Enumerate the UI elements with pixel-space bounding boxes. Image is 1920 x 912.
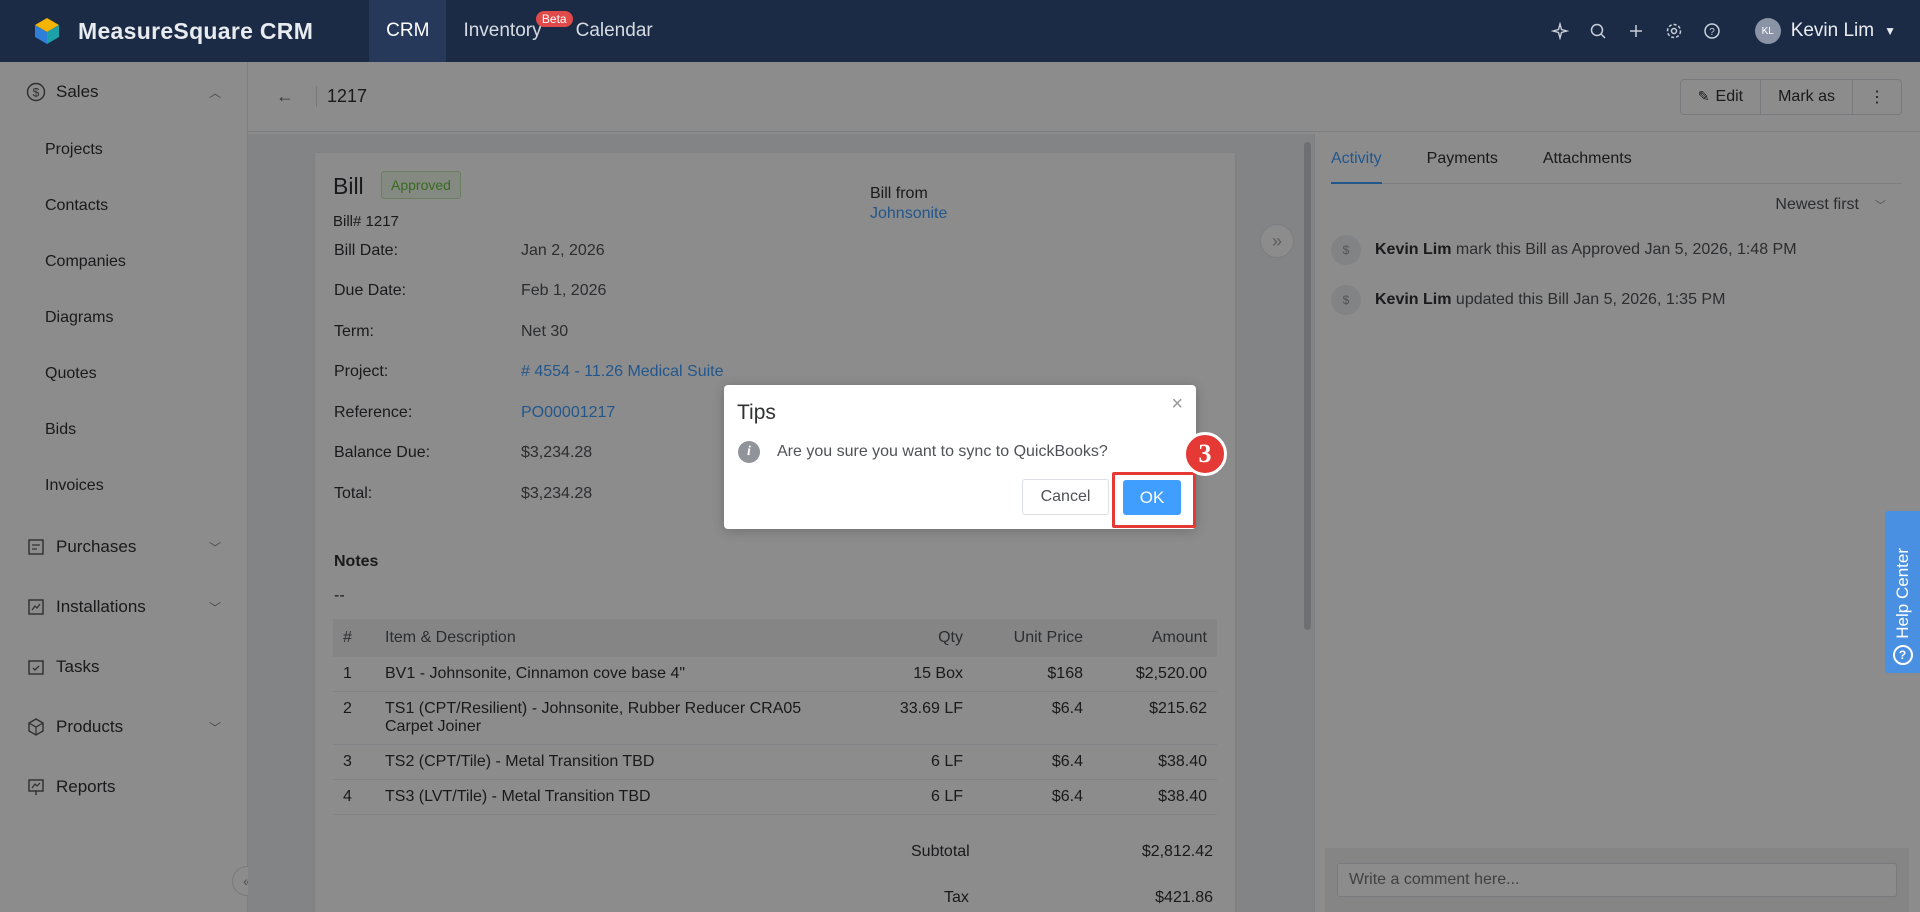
nav-calendar[interactable]: Calendar: [559, 0, 670, 62]
dialog-title: Tips: [737, 401, 776, 424]
avatar: KL: [1754, 18, 1781, 44]
top-right-tools: ? KL Kevin Lim ▼: [1541, 12, 1896, 50]
nav-crm-label: CRM: [386, 20, 430, 41]
help-center-label: Help Center: [1892, 548, 1912, 639]
help-icon: ?: [1892, 645, 1913, 665]
nav-inventory[interactable]: Inventory Beta: [446, 0, 573, 62]
info-icon: i: [738, 441, 760, 463]
top-nav: CRM Inventory Beta Calendar: [369, 0, 670, 62]
brand-name: MeasureSquare CRM: [78, 17, 314, 44]
plus-icon[interactable]: [1617, 12, 1655, 50]
dialog-message: Are you sure you want to sync to QuickBo…: [777, 443, 1108, 460]
ok-button-highlight: [1112, 472, 1196, 528]
top-bar: MeasureSquare CRM CRM Inventory Beta Cale…: [0, 0, 1920, 62]
app-logo[interactable]: MeasureSquare CRM: [32, 16, 313, 46]
user-name: Kevin Lim: [1790, 20, 1875, 41]
search-icon[interactable]: [1579, 12, 1617, 50]
sparkle-icon[interactable]: [1541, 12, 1579, 50]
close-icon[interactable]: ×: [1171, 393, 1183, 416]
gear-icon[interactable]: [1655, 12, 1693, 50]
help-center-tab[interactable]: Help Center ?: [1885, 511, 1920, 673]
cancel-button[interactable]: Cancel: [1022, 479, 1109, 515]
nav-calendar-label: Calendar: [575, 20, 653, 41]
caret-down-icon: ▼: [1884, 24, 1896, 38]
svg-text:?: ?: [1709, 27, 1715, 38]
logo-icon: [35, 18, 59, 44]
step-marker: 3: [1183, 432, 1227, 476]
nav-inventory-label: Inventory: [463, 20, 542, 41]
help-icon[interactable]: ?: [1693, 12, 1731, 50]
user-menu[interactable]: KL Kevin Lim ▼: [1754, 18, 1896, 44]
nav-crm[interactable]: CRM: [369, 0, 447, 62]
